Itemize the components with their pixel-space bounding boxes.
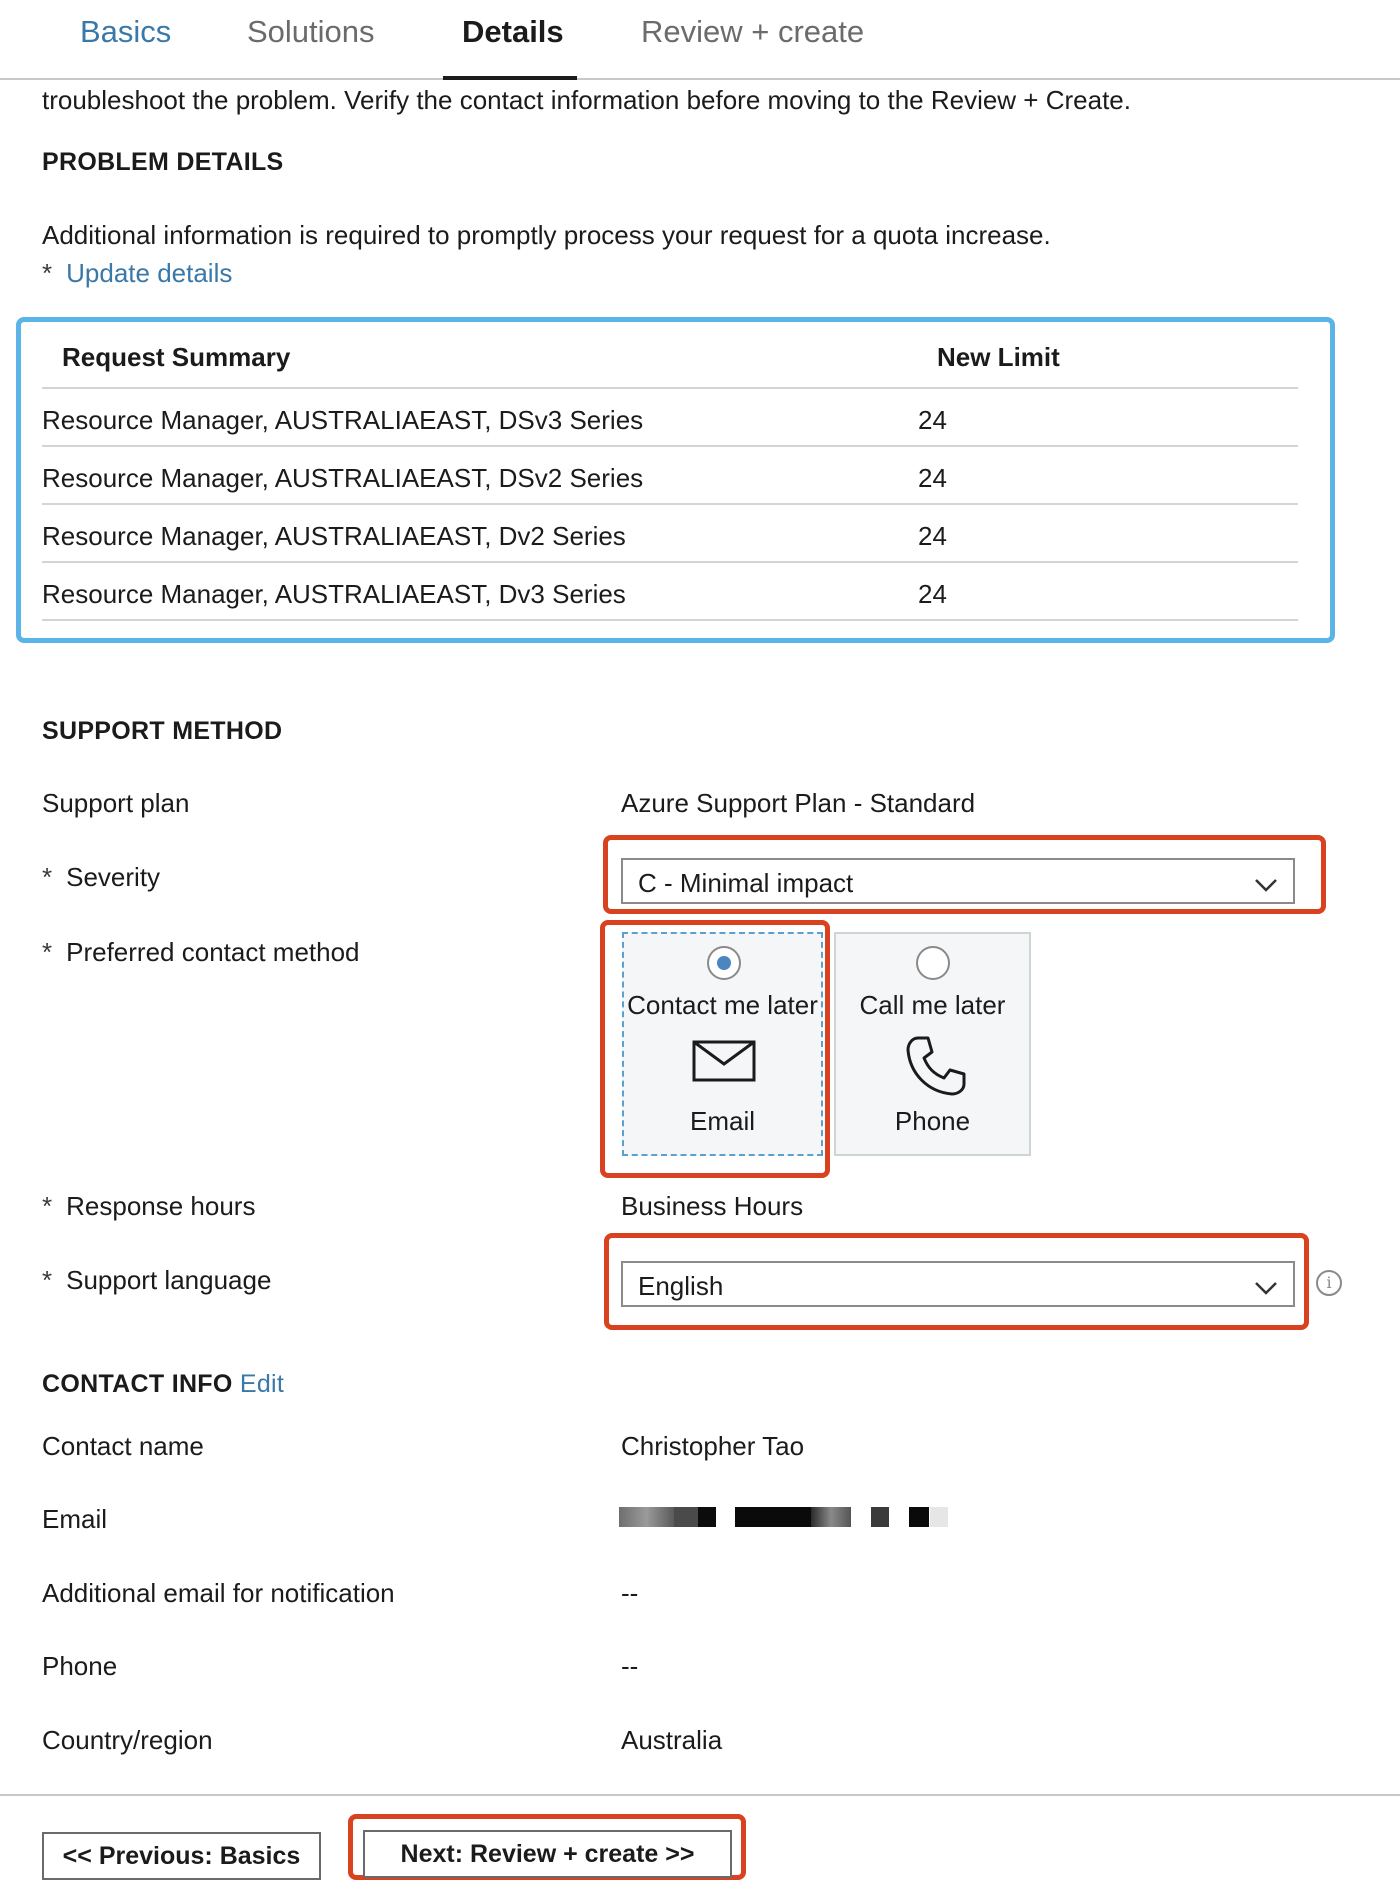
table-divider	[42, 503, 1298, 505]
phone-value: --	[621, 1651, 639, 1681]
table-row-limit: 24	[918, 579, 947, 609]
contact-option-email[interactable]: Contact me later Email	[622, 932, 823, 1156]
tab-details[interactable]: Details	[462, 14, 564, 50]
required-marker: *	[42, 862, 53, 892]
contact-info-heading: CONTACT INFO Edit	[42, 1370, 285, 1398]
column-header-new-limit: New Limit	[937, 342, 1060, 372]
update-details-row: * Update details	[42, 258, 232, 289]
severity-value: C - Minimal impact	[638, 868, 854, 898]
phone-icon	[906, 1036, 966, 1096]
contact-option-title: Call me later	[859, 990, 1006, 1020]
edit-contact-link[interactable]: Edit	[240, 1370, 284, 1398]
chevron-down-icon	[1255, 1282, 1277, 1295]
radio-unselected[interactable]	[916, 946, 950, 980]
support-plan-value: Azure Support Plan - Standard	[621, 788, 976, 818]
contact-method-label: * Preferred contact method	[42, 937, 360, 967]
severity-dropdown[interactable]: C - Minimal impact	[621, 858, 1295, 904]
tab-solutions[interactable]: Solutions	[247, 14, 375, 50]
problem-details-description: Additional information is required to pr…	[42, 220, 1051, 250]
previous-basics-button[interactable]: << Previous: Basics	[42, 1832, 321, 1880]
table-divider	[42, 387, 1298, 389]
required-marker: *	[42, 937, 53, 967]
support-language-label: * Support language	[42, 1265, 272, 1295]
next-review-create-button[interactable]: Next: Review + create >>	[363, 1830, 732, 1878]
contact-name-value: Christopher Tao	[621, 1431, 805, 1461]
table-divider	[42, 445, 1298, 447]
tab-basics[interactable]: Basics	[80, 14, 171, 50]
contact-option-phone[interactable]: Call me later Phone	[834, 932, 1031, 1156]
tab-review-create[interactable]: Review + create	[641, 14, 864, 50]
support-plan-label: Support plan	[42, 788, 190, 818]
active-tab-indicator	[443, 76, 577, 80]
table-divider	[42, 619, 1298, 621]
radio-selected[interactable]	[707, 946, 741, 980]
table-row-summary: Resource Manager, AUSTRALIAEAST, DSv2 Se…	[42, 463, 644, 493]
additional-email-value: --	[621, 1578, 639, 1608]
support-language-dropdown[interactable]: English	[621, 1261, 1295, 1307]
chevron-down-icon	[1255, 879, 1277, 892]
info-icon[interactable]: i	[1316, 1270, 1342, 1296]
support-language-value: English	[638, 1271, 724, 1301]
phone-label: Phone	[42, 1651, 118, 1681]
response-hours-label: * Response hours	[42, 1191, 256, 1221]
contact-name-label: Contact name	[42, 1431, 204, 1461]
update-details-link[interactable]: Update details	[66, 258, 232, 288]
table-row-summary: Resource Manager, AUSTRALIAEAST, Dv3 Ser…	[42, 579, 626, 609]
table-row-summary: Resource Manager, AUSTRALIAEAST, Dv2 Ser…	[42, 521, 626, 551]
column-header-request-summary: Request Summary	[62, 342, 291, 372]
table-row-limit: 24	[918, 405, 947, 435]
table-row-limit: 24	[918, 521, 947, 551]
footer-divider	[0, 1794, 1400, 1796]
additional-email-label: Additional email for notification	[42, 1578, 395, 1608]
response-hours-value: Business Hours	[621, 1191, 804, 1221]
required-marker: *	[42, 258, 53, 288]
contact-option-subtitle: Email	[689, 1106, 755, 1136]
required-marker: *	[42, 1191, 53, 1221]
intro-text: troubleshoot the problem. Verify the con…	[42, 85, 1131, 115]
wizard-tabs: Basics Solutions Details Review + create	[0, 0, 1400, 80]
contact-option-title: Contact me later	[627, 990, 818, 1020]
table-divider	[42, 561, 1298, 563]
email-label: Email	[42, 1504, 108, 1534]
table-row-limit: 24	[918, 463, 947, 493]
table-row-summary: Resource Manager, AUSTRALIAEAST, DSv3 Se…	[42, 405, 644, 435]
country-region-value: Australia	[621, 1725, 723, 1755]
severity-label: * Severity	[42, 862, 161, 892]
country-region-label: Country/region	[42, 1725, 213, 1755]
problem-details-heading: PROBLEM DETAILS	[42, 148, 284, 176]
envelope-icon	[692, 1040, 756, 1082]
required-marker: *	[42, 1265, 53, 1295]
contact-option-subtitle: Phone	[894, 1106, 971, 1136]
support-method-heading: SUPPORT METHOD	[42, 717, 283, 745]
